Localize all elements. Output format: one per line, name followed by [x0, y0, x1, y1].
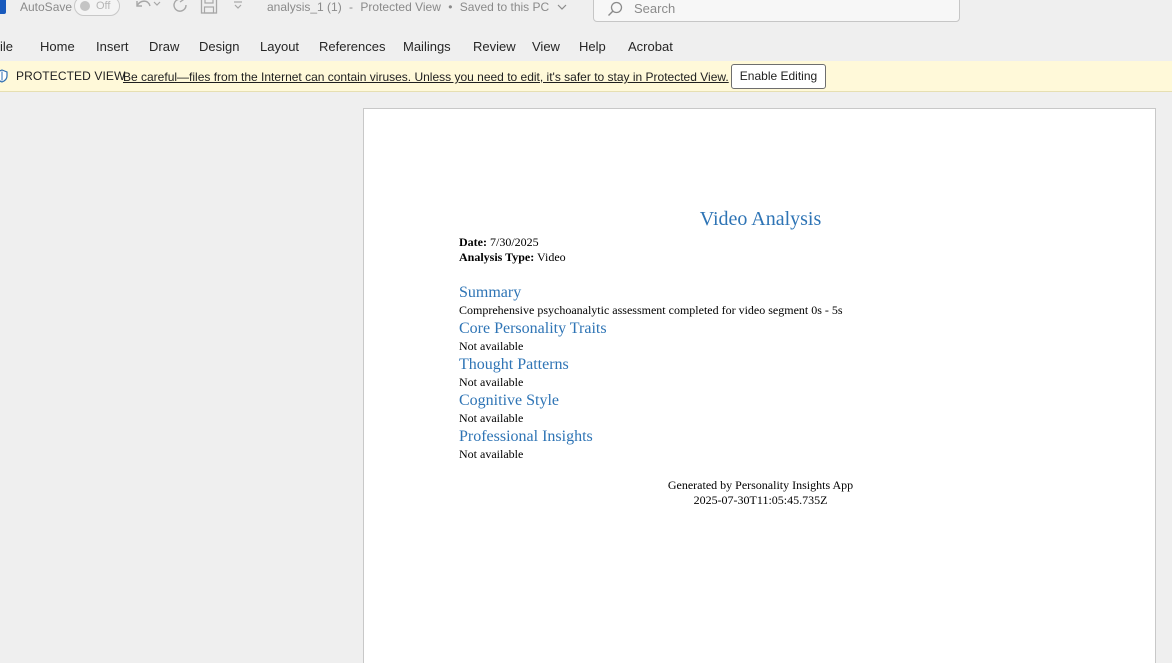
- document-heading: Video Analysis: [699, 208, 822, 230]
- section-body-summary: Comprehensive psychoanalytic assessment …: [459, 303, 843, 317]
- tab-home[interactable]: Home: [40, 39, 75, 54]
- section-heading-professional-insights: Professional Insights: [459, 428, 593, 445]
- title-separator: -: [349, 0, 354, 14]
- tab-acrobat[interactable]: Acrobat: [628, 39, 673, 54]
- section-heading-core-personality-traits: Core Personality Traits: [459, 320, 607, 337]
- analysis-type-line: Analysis Type: Video: [459, 250, 1062, 265]
- document-footer: Generated by Personality Insights App 20…: [459, 478, 1062, 508]
- word-app-icon[interactable]: [0, 0, 6, 14]
- section-body-core-personality-traits: Not available: [459, 339, 524, 353]
- view-mode: Protected View: [360, 0, 441, 14]
- analysis-type-label: Analysis Type:: [459, 250, 535, 264]
- autosave-state: Off: [96, 0, 111, 12]
- ribbon-tabs: ile Home Insert Draw Design Layout Refer…: [0, 35, 1172, 59]
- date-value: 7/30/2025: [489, 235, 539, 249]
- save-status: Saved to this PC: [459, 0, 550, 14]
- section-body-thought-patterns: Not available: [459, 375, 524, 389]
- toggle-knob: [80, 1, 90, 11]
- search-icon: [608, 1, 623, 16]
- redo-icon[interactable]: [170, 0, 190, 16]
- document-body: Video Analysis Date: 7/30/2025 Analysis …: [459, 206, 1062, 508]
- document-page[interactable]: Video Analysis Date: 7/30/2025 Analysis …: [363, 108, 1156, 663]
- tab-draw[interactable]: Draw: [149, 39, 179, 54]
- tab-view[interactable]: View: [532, 39, 560, 54]
- search-placeholder: Search: [634, 1, 676, 16]
- title-bar: AutoSave Off analysis_1 (1) - Protected …: [0, 0, 1172, 28]
- tab-mailings[interactable]: Mailings: [403, 39, 451, 54]
- section-heading-thought-patterns: Thought Patterns: [459, 356, 569, 373]
- document-title[interactable]: analysis_1 (1) - Protected View • Saved …: [267, 0, 571, 14]
- tab-insert[interactable]: Insert: [96, 39, 129, 54]
- customize-qat-icon[interactable]: [232, 0, 244, 16]
- shield-icon: [0, 69, 8, 88]
- section-body-cognitive-style: Not available: [459, 411, 524, 425]
- undo-icon[interactable]: [133, 0, 161, 16]
- section-heading-cognitive-style: Cognitive Style: [459, 392, 559, 409]
- protected-view-message-link[interactable]: Be careful—files from the Internet can c…: [123, 70, 729, 84]
- tab-review[interactable]: Review: [473, 39, 516, 54]
- tab-design[interactable]: Design: [199, 39, 239, 54]
- search-input[interactable]: Search: [593, 0, 960, 22]
- protected-view-bar: PROTECTED VIEW Be careful—files from the…: [0, 61, 1172, 92]
- tab-file[interactable]: ile: [0, 39, 13, 54]
- save-icon[interactable]: [200, 0, 218, 16]
- date-label: Date:: [459, 235, 487, 249]
- tab-references[interactable]: References: [319, 39, 385, 54]
- tab-layout[interactable]: Layout: [260, 39, 299, 54]
- title-dot: •: [448, 0, 453, 14]
- chevron-down-icon: [557, 0, 567, 14]
- autosave-label: AutoSave: [20, 0, 73, 14]
- autosave-toggle[interactable]: Off: [74, 0, 120, 16]
- protected-view-label: PROTECTED VIEW: [16, 69, 126, 83]
- section-body-professional-insights: Not available: [459, 447, 524, 461]
- footer-generated-by: Generated by Personality Insights App: [667, 478, 854, 492]
- enable-editing-button[interactable]: Enable Editing: [731, 64, 826, 89]
- section-heading-summary: Summary: [459, 284, 522, 301]
- tab-help[interactable]: Help: [579, 39, 606, 54]
- footer-timestamp: 2025-07-30T11:05:45.735Z: [693, 493, 828, 507]
- date-line: Date: 7/30/2025: [459, 235, 1062, 250]
- analysis-type-value: Video: [537, 250, 566, 264]
- document-name: analysis_1 (1): [267, 0, 342, 14]
